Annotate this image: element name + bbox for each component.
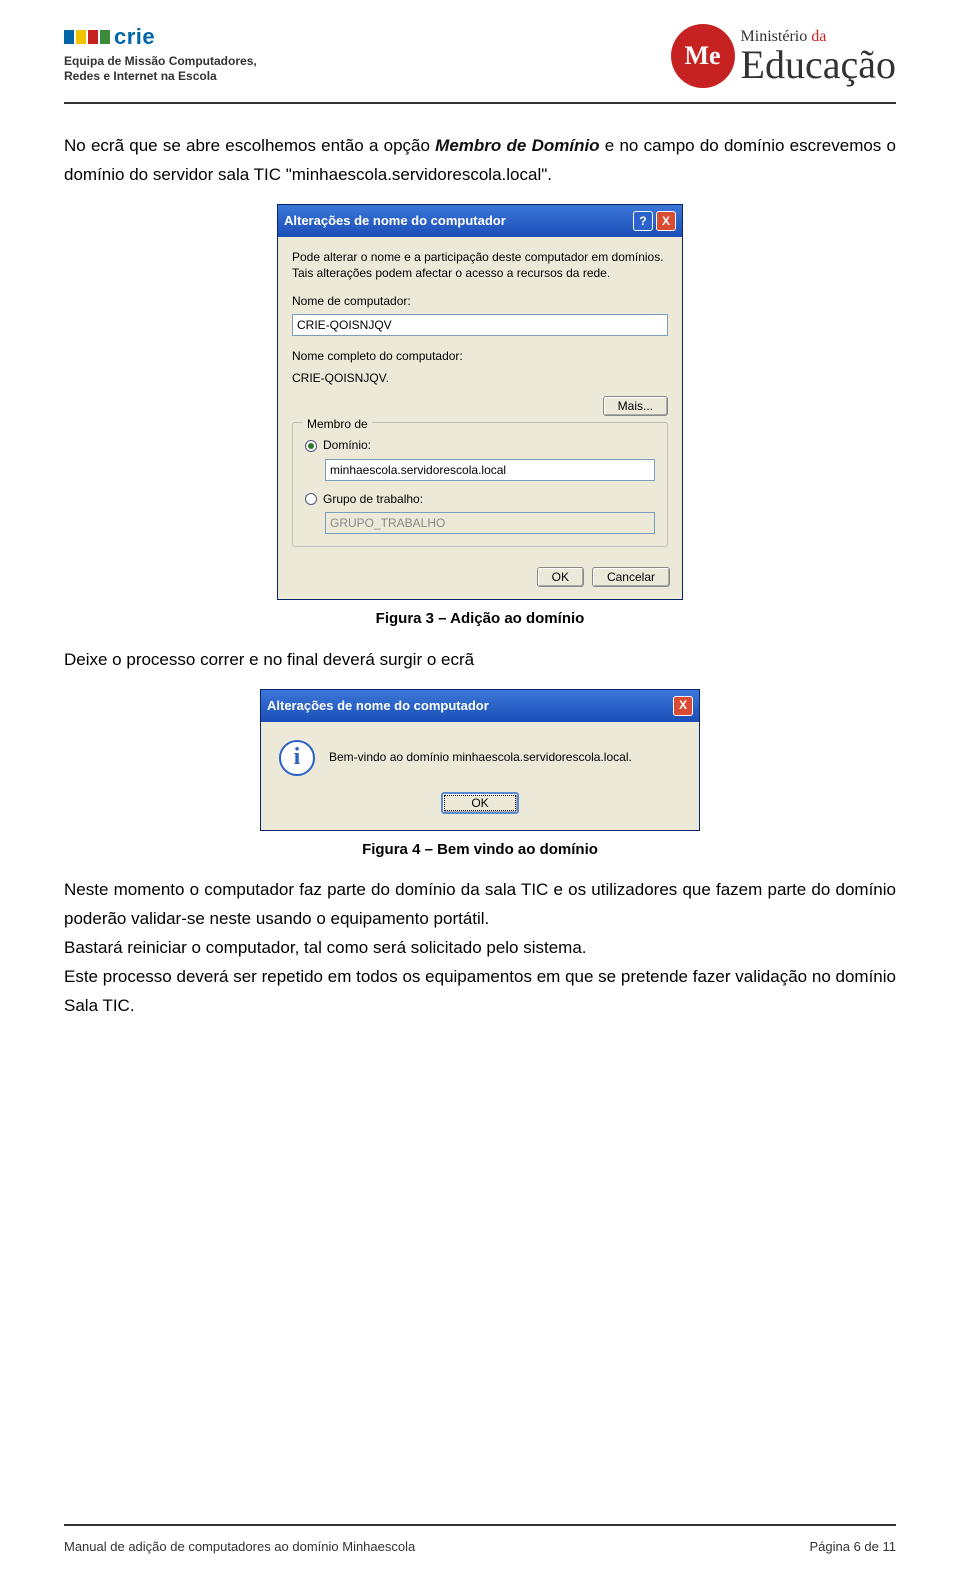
cancel-button[interactable]: Cancelar (592, 567, 670, 587)
domain-radio[interactable] (305, 440, 317, 452)
dialog2-title-buttons: X (673, 696, 693, 716)
paragraph-3: Neste momento o computador faz parte do … (64, 876, 896, 934)
domain-radio-label: Domínio: (323, 435, 371, 455)
dialog1-buttons: OK Cancelar (278, 557, 682, 599)
crie-logo-block: crie Equipa de Missão Computadores, Rede… (64, 24, 257, 84)
workgroup-radio-row[interactable]: Grupo de trabalho: (305, 489, 655, 509)
content: No ecrã que se abre escolhemos então a o… (0, 104, 960, 1021)
workgroup-radio[interactable] (305, 493, 317, 505)
dialog2-ok-row: OK (261, 782, 699, 830)
info-icon: i (279, 740, 315, 776)
more-button-row: Mais... (292, 396, 668, 416)
logo-square-yellow (76, 30, 86, 44)
figure-4-caption: Figura 4 – Bem vindo ao domínio (64, 837, 896, 863)
ok-button[interactable]: OK (441, 792, 518, 814)
figure-3-wrapper: Alterações de nome do computador ? X Pod… (64, 204, 896, 600)
footer-left: Manual de adição de computadores ao domí… (64, 1539, 415, 1554)
workgroup-input (325, 512, 655, 534)
footer-divider (64, 1524, 896, 1526)
crie-logo-squares (64, 30, 110, 44)
me-badge-icon: Me (671, 24, 735, 88)
dialog1-title-buttons: ? X (633, 211, 676, 231)
dialog1-title: Alterações de nome do computador (284, 210, 506, 232)
logo-square-blue (64, 30, 74, 44)
para1-b: Membro de Domínio (435, 136, 599, 155)
crie-subtitle-line1: Equipa de Missão Computadores, (64, 54, 257, 69)
domain-input-wrap (325, 459, 655, 481)
logo-square-green (100, 30, 110, 44)
page-header: crie Equipa de Missão Computadores, Rede… (0, 0, 960, 98)
ok-button[interactable]: OK (537, 567, 584, 587)
dialog2-titlebar[interactable]: Alterações de nome do computador X (261, 690, 699, 722)
crie-subtitle-line2: Redes e Internet na Escola (64, 69, 257, 84)
domain-input[interactable] (325, 459, 655, 481)
paragraph-4: Bastará reiniciar o computador, tal como… (64, 934, 896, 963)
help-icon[interactable]: ? (633, 211, 653, 231)
figure-4-wrapper: Alterações de nome do computador X i Bem… (64, 689, 896, 831)
dialog1-body: Pode alterar o nome e a participação des… (278, 237, 682, 557)
educacao-word: Educação (741, 46, 896, 84)
full-name-value: CRIE-QOISNJQV. (292, 368, 668, 388)
crie-logo-text: crie (114, 24, 155, 50)
paragraph-5: Este processo deverá ser repetido em tod… (64, 963, 896, 1021)
workgroup-input-wrap (325, 512, 655, 534)
ministerio-text: Ministério da Educação (741, 28, 896, 84)
more-button[interactable]: Mais... (603, 396, 668, 416)
domain-radio-row[interactable]: Domínio: (305, 435, 655, 455)
close-icon[interactable]: X (656, 211, 676, 231)
figure-3-caption: Figura 3 – Adição ao domínio (64, 606, 896, 632)
groupbox-title: Membro de (303, 414, 372, 434)
workgroup-radio-label: Grupo de trabalho: (323, 489, 423, 509)
paragraph-2: Deixe o processo correr e no final dever… (64, 646, 896, 675)
close-icon[interactable]: X (673, 696, 693, 716)
full-name-label: Nome completo do computador: (292, 346, 668, 366)
logo-square-red (88, 30, 98, 44)
computer-name-input[interactable] (292, 314, 668, 336)
dialog1-titlebar[interactable]: Alterações de nome do computador ? X (278, 205, 682, 237)
dialog2-message: Bem-vindo ao domínio minhaescola.servido… (329, 747, 632, 767)
dialog1-description: Pode alterar o nome e a participação des… (292, 249, 668, 281)
crie-logo: crie (64, 24, 257, 50)
ministerio-logo-block: Me Ministério da Educação (671, 24, 896, 88)
dialog-welcome-domain: Alterações de nome do computador X i Bem… (260, 689, 700, 831)
footer-right: Página 6 de 11 (810, 1539, 897, 1554)
dialog2-info-row: i Bem-vindo ao domínio minhaescola.servi… (261, 722, 699, 782)
dialog-computer-name-changes: Alterações de nome do computador ? X Pod… (277, 204, 683, 600)
para1-a: No ecrã que se abre escolhemos então a o… (64, 136, 435, 155)
member-of-groupbox: Membro de Domínio: Grupo de trabalho: (292, 422, 668, 547)
page-footer: Manual de adição de computadores ao domí… (64, 1533, 896, 1554)
dialog2-title: Alterações de nome do computador (267, 695, 489, 717)
paragraph-1: No ecrã que se abre escolhemos então a o… (64, 132, 896, 190)
computer-name-label: Nome de computador: (292, 291, 668, 311)
